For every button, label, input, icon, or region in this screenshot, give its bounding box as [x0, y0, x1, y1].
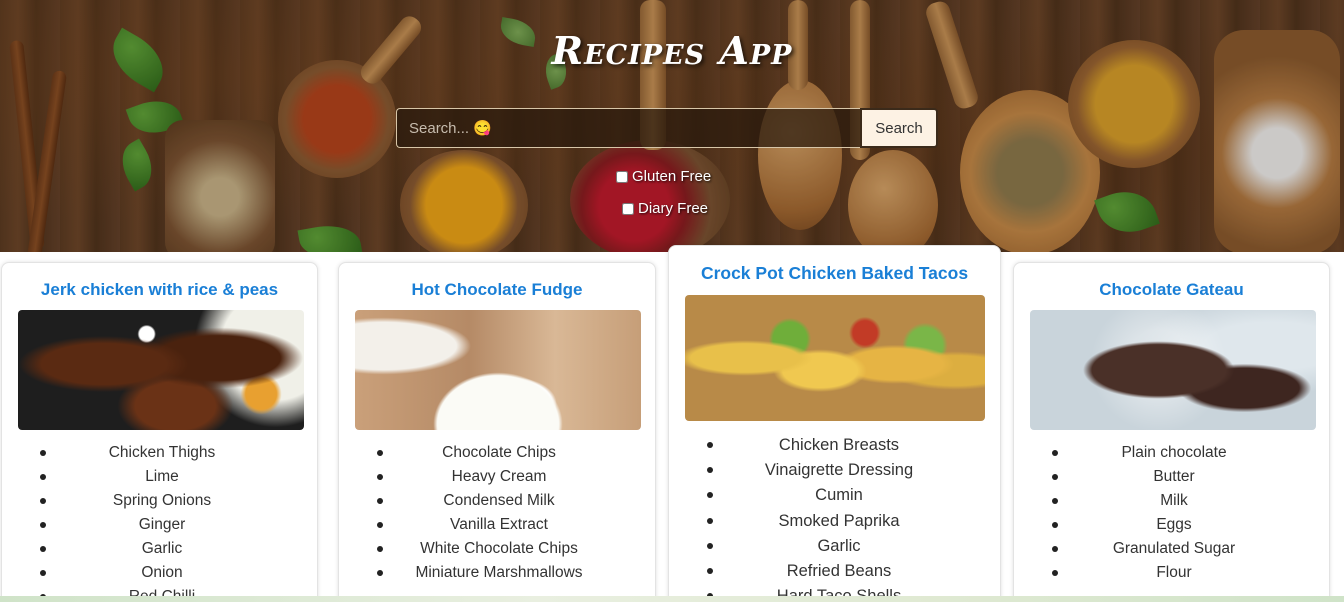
ingredient-item: Spring Onions — [22, 489, 302, 513]
gluten-free-label: Gluten Free — [632, 168, 712, 185]
ingredient-item: Milk — [1034, 489, 1314, 513]
recipe-card[interactable]: Crock Pot Chicken Baked Tacos Chicken Br… — [668, 245, 1001, 602]
ingredient-item: Ginger — [22, 513, 302, 537]
bottom-edge-strip — [0, 596, 1344, 602]
diary-free-checkbox[interactable] — [622, 202, 634, 215]
recipe-title[interactable]: Hot Chocolate Fudge — [339, 280, 655, 300]
recipe-card[interactable]: Hot Chocolate Fudge Chocolate Chips Heav… — [338, 262, 656, 602]
ingredient-item: Butter — [1034, 465, 1314, 489]
recipe-title[interactable]: Crock Pot Chicken Baked Tacos — [669, 263, 1000, 284]
ingredient-item: Granulated Sugar — [1034, 537, 1314, 561]
recipe-card[interactable]: Jerk chicken with rice & peas Chicken Th… — [1, 262, 318, 602]
ingredient-item: Garlic — [22, 537, 302, 561]
ingredient-item: Heavy Cream — [359, 465, 639, 489]
ingredient-item: Refried Beans — [689, 559, 989, 584]
diary-free-label: Diary Free — [638, 200, 709, 217]
ingredient-item: White Chocolate Chips — [359, 537, 639, 561]
ingredient-item: Vinaigrette Dressing — [689, 458, 989, 483]
ingredient-item: Eggs — [1034, 513, 1314, 537]
ingredient-item: Chocolate Chips — [359, 441, 639, 465]
ingredient-item: Plain chocolate — [1034, 441, 1314, 465]
ingredient-item: Flour — [1034, 561, 1314, 585]
search-button[interactable]: Search — [860, 108, 938, 148]
search-bar: Search — [396, 108, 938, 148]
ingredient-list: Chicken Breasts Vinaigrette Dressing Cum… — [689, 433, 989, 602]
app-title: Recipes App — [551, 28, 793, 73]
recipe-image — [1030, 310, 1316, 430]
ingredient-item: Garlic — [689, 534, 989, 559]
diary-free-filter[interactable]: Diary Free — [622, 200, 708, 217]
recipe-card[interactable]: Chocolate Gateau Plain chocolate Butter … — [1013, 262, 1330, 602]
ingredient-item: Onion — [22, 561, 302, 585]
ingredient-list: Plain chocolate Butter Milk Eggs Granula… — [1034, 441, 1314, 585]
ingredient-item: Cumin — [689, 483, 989, 508]
recipe-title[interactable]: Jerk chicken with rice & peas — [2, 280, 317, 300]
ingredient-item: Lime — [22, 465, 302, 489]
ingredient-item: Vanilla Extract — [359, 513, 639, 537]
gluten-free-checkbox[interactable] — [616, 170, 628, 183]
ingredient-list: Chicken Thighs Lime Spring Onions Ginger… — [22, 441, 302, 602]
search-input[interactable] — [396, 108, 860, 148]
hero-banner: Recipes App Search Gluten Free Diary Fre… — [0, 0, 1344, 252]
ingredient-item: Chicken Thighs — [22, 441, 302, 465]
ingredient-list: Chocolate Chips Heavy Cream Condensed Mi… — [359, 441, 639, 585]
recipe-image — [355, 310, 641, 430]
ingredient-item: Condensed Milk — [359, 489, 639, 513]
gluten-free-filter[interactable]: Gluten Free — [616, 168, 711, 185]
ingredient-item: Chicken Breasts — [689, 433, 989, 458]
ingredient-item: Miniature Marshmallows — [359, 561, 639, 585]
recipe-title[interactable]: Chocolate Gateau — [1014, 280, 1329, 300]
recipe-image — [685, 295, 985, 421]
recipe-image — [18, 310, 304, 430]
ingredient-item: Smoked Paprika — [689, 509, 989, 534]
